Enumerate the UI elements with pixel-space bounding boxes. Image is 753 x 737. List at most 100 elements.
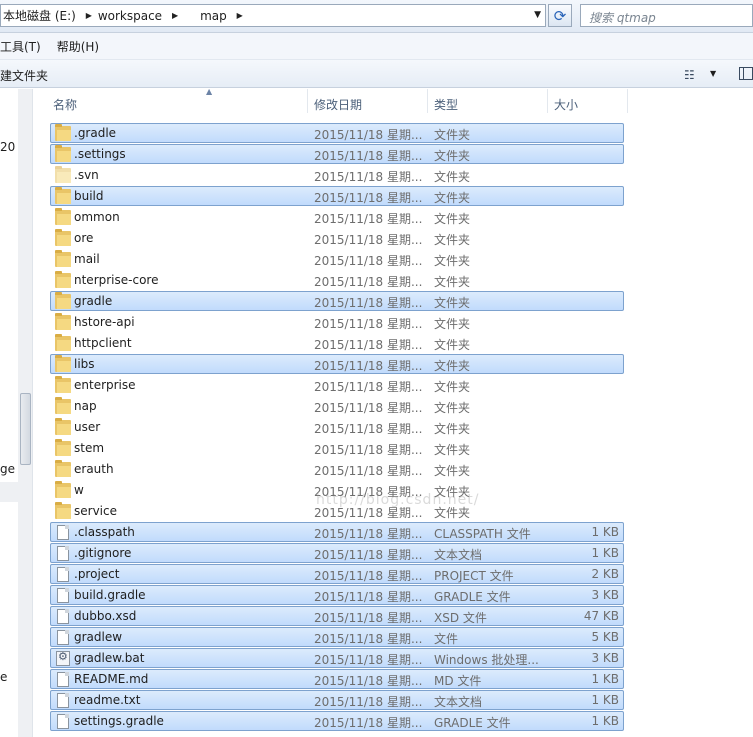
- folder-icon: [55, 208, 71, 225]
- file-type: 文件夹: [434, 338, 471, 352]
- nav-scrollbar[interactable]: [18, 89, 32, 737]
- nav-item-text[interactable]: ge: [0, 462, 15, 476]
- document-icon: [57, 672, 69, 687]
- search-input[interactable]: 搜索 qtmap: [580, 4, 753, 27]
- column-divider[interactable]: [427, 89, 428, 113]
- file-name: service: [74, 504, 117, 518]
- file-type: GRADLE 文件: [434, 590, 511, 604]
- file-name: libs: [74, 357, 95, 371]
- batch-file-icon: [56, 650, 70, 666]
- new-folder-button[interactable]: 建文件夹: [0, 67, 48, 84]
- file-size: 3 KB: [591, 651, 619, 665]
- navigation-pane: 20 ge e: [0, 89, 33, 737]
- file-date: 2015/11/18 星期...: [314, 443, 423, 457]
- file-type: XSD 文件: [434, 611, 487, 625]
- breadcrumb-current[interactable]: map: [198, 9, 233, 23]
- file-row[interactable]: gradlew 2015/11/18 星期... 文件 5 KB: [50, 627, 624, 647]
- file-date: 2015/11/18 星期...: [314, 380, 423, 394]
- folder-icon: [55, 481, 71, 498]
- folder-row[interactable]: enterprise 2015/11/18 星期... 文件夹: [50, 375, 624, 395]
- file-name: w: [74, 483, 84, 497]
- folder-icon: [55, 502, 71, 519]
- refresh-button[interactable]: ⟳: [548, 4, 572, 27]
- document-icon: [57, 693, 69, 708]
- file-size: 1 KB: [591, 672, 619, 686]
- column-divider[interactable]: [307, 89, 308, 113]
- folder-row[interactable]: erauth 2015/11/18 星期... 文件夹: [50, 459, 624, 479]
- nav-item-text[interactable]: e: [0, 670, 7, 684]
- file-name: gradlew.bat: [74, 651, 145, 665]
- file-name: .gitignore: [74, 546, 132, 560]
- file-type: 文件夹: [434, 422, 471, 436]
- folder-row[interactable]: .svn 2015/11/18 星期... 文件夹: [50, 165, 624, 185]
- address-dropdown-icon[interactable]: ▼: [534, 10, 541, 20]
- file-date: 2015/11/18 星期...: [314, 149, 423, 163]
- file-date: 2015/11/18 星期...: [314, 254, 423, 268]
- file-type: 文件夹: [434, 296, 471, 310]
- folder-icon: [55, 355, 71, 372]
- folder-row[interactable]: .gradle 2015/11/18 星期... 文件夹: [50, 123, 624, 143]
- menu-bar: 工具(T) 帮助(H): [0, 33, 753, 60]
- folder-row[interactable]: ore 2015/11/18 星期... 文件夹: [50, 228, 624, 248]
- file-date: 2015/11/18 星期...: [314, 695, 423, 709]
- file-name: hstore-api: [74, 315, 135, 329]
- folder-row[interactable]: mail 2015/11/18 星期... 文件夹: [50, 249, 624, 269]
- file-name: ommon: [74, 210, 120, 224]
- folder-row[interactable]: gradle 2015/11/18 星期... 文件夹: [50, 291, 624, 311]
- file-row[interactable]: build.gradle 2015/11/18 星期... GRADLE 文件 3 K…: [50, 585, 624, 605]
- breadcrumb[interactable]: 本地磁盘 (E:) ▶ workspace ▶ map ▶ ▼: [0, 4, 546, 27]
- column-type[interactable]: 类型: [434, 96, 458, 113]
- folder-row[interactable]: user 2015/11/18 星期... 文件夹: [50, 417, 624, 437]
- folder-row[interactable]: stem 2015/11/18 星期... 文件夹: [50, 438, 624, 458]
- file-type: 文件夹: [434, 275, 471, 289]
- breadcrumb-arrow-icon[interactable]: ▶: [82, 11, 96, 20]
- folder-row[interactable]: libs 2015/11/18 星期... 文件夹: [50, 354, 624, 374]
- column-name[interactable]: 名称: [53, 96, 77, 113]
- file-row[interactable]: README.md 2015/11/18 星期... MD 文件 1 KB: [50, 669, 624, 689]
- column-date[interactable]: 修改日期: [314, 96, 362, 113]
- folder-row[interactable]: ommon 2015/11/18 星期... 文件夹: [50, 207, 624, 227]
- file-row[interactable]: .gitignore 2015/11/18 星期... 文本文档 1 KB: [50, 543, 624, 563]
- folder-row[interactable]: hstore-api 2015/11/18 星期... 文件夹: [50, 312, 624, 332]
- file-type: 文件夹: [434, 380, 471, 394]
- file-row[interactable]: gradlew.bat 2015/11/18 星期... Windows 批处理..…: [50, 648, 624, 668]
- document-icon: [57, 609, 69, 624]
- file-type: 文件夹: [434, 212, 471, 226]
- folder-row[interactable]: build 2015/11/18 星期... 文件夹: [50, 186, 624, 206]
- folder-row[interactable]: nterprise-core 2015/11/18 星期... 文件夹: [50, 270, 624, 290]
- file-size: 1 KB: [591, 693, 619, 707]
- document-icon: [57, 525, 69, 540]
- nav-scrollbar-thumb[interactable]: [20, 393, 31, 465]
- folder-row[interactable]: .settings 2015/11/18 星期... 文件夹: [50, 144, 624, 164]
- breadcrumb-arrow-icon[interactable]: ▶: [168, 11, 182, 20]
- breadcrumb-drive[interactable]: 本地磁盘 (E:): [1, 7, 82, 24]
- folder-icon: [55, 292, 71, 309]
- folder-icon: [55, 460, 71, 477]
- nav-item-highlight: [0, 482, 18, 502]
- folder-icon: [55, 166, 71, 183]
- file-row[interactable]: readme.txt 2015/11/18 星期... 文本文档 1 KB: [50, 690, 624, 710]
- file-name: gradle: [74, 294, 113, 308]
- breadcrumb-workspace[interactable]: workspace: [96, 9, 168, 23]
- view-dropdown-icon[interactable]: ▼: [710, 69, 716, 78]
- column-divider[interactable]: [627, 89, 628, 113]
- breadcrumb-arrow-icon[interactable]: ▶: [233, 11, 247, 20]
- file-row[interactable]: .classpath 2015/11/18 星期... CLASSPATH 文件 1 …: [50, 522, 624, 542]
- folder-icon: [55, 397, 71, 414]
- file-row[interactable]: settings.gradle 2015/11/18 星期... GRADLE 文件…: [50, 711, 624, 731]
- menu-tools[interactable]: 工具(T): [0, 38, 41, 55]
- column-size[interactable]: 大小: [554, 96, 578, 113]
- document-icon: [57, 714, 69, 729]
- file-date: 2015/11/18 星期...: [314, 170, 423, 184]
- folder-row[interactable]: nap 2015/11/18 星期... 文件夹: [50, 396, 624, 416]
- menu-help[interactable]: 帮助(H): [57, 38, 99, 55]
- column-divider[interactable]: [547, 89, 548, 113]
- file-row[interactable]: .project 2015/11/18 星期... PROJECT 文件 2 KB: [50, 564, 624, 584]
- view-options-icon[interactable]: ☷: [684, 68, 695, 82]
- file-type: 文件夹: [434, 317, 471, 331]
- nav-item-text[interactable]: 20: [0, 140, 15, 154]
- folder-row[interactable]: httpclient 2015/11/18 星期... 文件夹: [50, 333, 624, 353]
- file-type: MD 文件: [434, 674, 482, 688]
- file-row[interactable]: dubbo.xsd 2015/11/18 星期... XSD 文件 47 KB: [50, 606, 624, 626]
- preview-pane-icon[interactable]: [739, 67, 753, 80]
